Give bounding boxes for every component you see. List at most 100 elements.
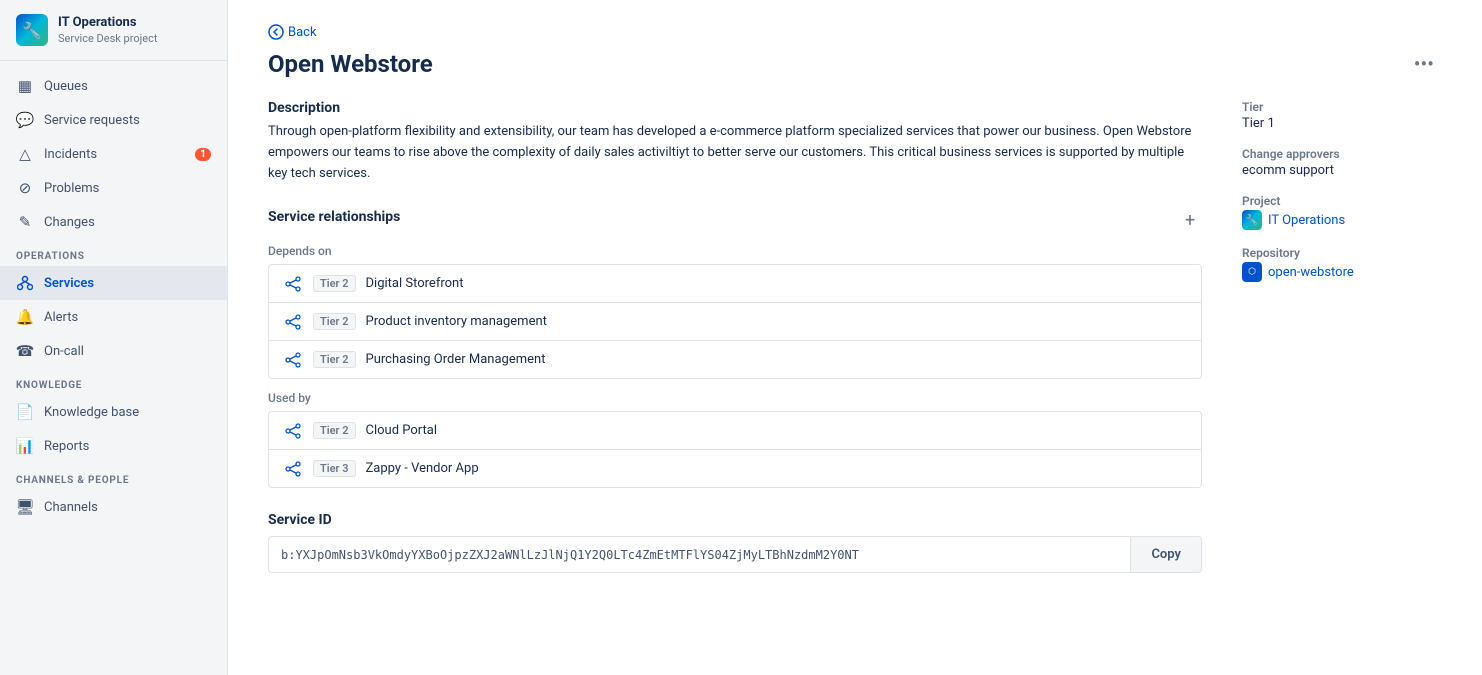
service-row[interactable]: Tier 2 Cloud Portal	[269, 412, 1201, 450]
description-text: Through open-platform flexibility and ex…	[268, 122, 1202, 184]
sidebar-item-changes[interactable]: ✎ Changes	[0, 205, 227, 239]
share-icon-2	[283, 352, 303, 368]
service-id-title: Service ID	[268, 512, 1202, 528]
repository-label: Repository	[1242, 246, 1442, 260]
sidebar-item-service-requests[interactable]: 💬 Service requests	[0, 103, 227, 137]
sidebar-logo: 🔧	[16, 14, 48, 46]
sidebar-label-queues: Queues	[44, 79, 88, 94]
sidebar-item-incidents[interactable]: △ Incidents 1	[0, 137, 227, 171]
service-name-4: Zappy - Vendor App	[366, 461, 479, 476]
share-icon-4	[283, 461, 303, 477]
back-label: Back	[288, 25, 317, 40]
sidebar-label-service-requests: Service requests	[44, 113, 140, 128]
share-icon-0	[283, 276, 303, 292]
project-avatar: 🔧	[1242, 210, 1262, 230]
service-row[interactable]: Tier 2 Purchasing Order Management	[269, 341, 1201, 378]
channels-icon: 🖥	[16, 498, 34, 516]
incidents-badge: 1	[195, 148, 211, 161]
operations-section-label: OPERATIONS	[0, 239, 227, 266]
project-meta: Project 🔧 IT Operations	[1242, 194, 1442, 230]
channels-section-label: CHANNELS & PEOPLE	[0, 463, 227, 490]
tier-label: Tier	[1242, 100, 1442, 114]
sidebar: 🔧 IT Operations Service Desk project ▦ Q…	[0, 0, 228, 675]
tier-meta: Tier Tier 1	[1242, 100, 1442, 131]
project-label: Project	[1242, 194, 1442, 208]
used-by-group: Used by Tier 2 Cloud Portal	[268, 391, 1202, 488]
service-name-2: Purchasing Order Management	[366, 352, 546, 367]
sidebar-project-subtitle: Service Desk project	[58, 32, 157, 45]
sidebar-project-title: IT Operations	[58, 15, 157, 32]
change-approvers-value: ecomm support	[1242, 163, 1442, 178]
sidebar-item-problems[interactable]: ⊘ Problems	[0, 171, 227, 205]
sidebar-item-services[interactable]: Services	[0, 266, 227, 300]
sidebar-label-services: Services	[44, 276, 94, 291]
service-row[interactable]: Tier 2 Digital Storefront	[269, 265, 1201, 303]
share-icon-3	[283, 423, 303, 439]
services-icon	[16, 274, 34, 292]
service-tier-1: Tier 2	[313, 313, 356, 330]
content-grid: Description Through open-platform flexib…	[268, 100, 1442, 573]
project-link[interactable]: 🔧 IT Operations	[1242, 210, 1442, 230]
sidebar-item-queues[interactable]: ▦ Queues	[0, 69, 227, 103]
knowledge-section-label: KNOWLEDGE	[0, 368, 227, 395]
service-tier-3: Tier 2	[313, 422, 356, 439]
changes-icon: ✎	[16, 213, 34, 231]
repository-name: open-webstore	[1268, 265, 1354, 280]
sidebar-label-channels: Channels	[44, 500, 98, 515]
used-by-label: Used by	[268, 391, 1202, 405]
add-relationship-button[interactable]: +	[1178, 208, 1202, 232]
project-name: IT Operations	[1268, 213, 1345, 228]
more-options-button[interactable]: •••	[1406, 48, 1442, 80]
sidebar-label-problems: Problems	[44, 181, 99, 196]
service-id-section: Service ID b:YXJpOmNsb3VkOmdyYXBoOjpzZXJ…	[268, 512, 1202, 573]
service-relationships-header: Service relationships +	[268, 208, 1202, 232]
alerts-icon: 🔔	[16, 308, 34, 326]
service-name-1: Product inventory management	[366, 314, 547, 329]
sidebar-label-incidents: Incidents	[44, 147, 97, 162]
change-approvers-meta: Change approvers ecomm support	[1242, 147, 1442, 178]
sidebar-label-reports: Reports	[44, 439, 89, 454]
sidebar-item-knowledge-base[interactable]: 📄 Knowledge base	[0, 395, 227, 429]
right-panel: Tier Tier 1 Change approvers ecomm suppo…	[1242, 100, 1442, 573]
page-header: Open Webstore •••	[268, 48, 1442, 80]
tier-value: Tier 1	[1242, 116, 1442, 131]
page-title: Open Webstore	[268, 50, 433, 78]
sidebar-label-changes: Changes	[44, 215, 95, 230]
service-tier-0: Tier 2	[313, 275, 356, 292]
repository-meta: Repository ⬡ open-webstore	[1242, 246, 1442, 282]
change-approvers-label: Change approvers	[1242, 147, 1442, 161]
copy-button[interactable]: Copy	[1130, 537, 1201, 572]
content-left: Description Through open-platform flexib…	[268, 100, 1202, 573]
service-tier-4: Tier 3	[313, 460, 356, 477]
service-tier-2: Tier 2	[313, 351, 356, 368]
service-relationships-title: Service relationships	[268, 209, 400, 225]
sidebar-item-channels[interactable]: 🖥 Channels	[0, 490, 227, 524]
service-name-0: Digital Storefront	[366, 276, 464, 291]
sidebar-label-knowledge-base: Knowledge base	[44, 405, 139, 420]
on-call-icon: ☎	[16, 342, 34, 360]
depends-on-label: Depends on	[268, 244, 1202, 258]
knowledge-base-icon: 📄	[16, 403, 34, 421]
depends-on-list: Tier 2 Digital Storefront Tier 2 Product…	[268, 264, 1202, 379]
reports-icon: 📊	[16, 437, 34, 455]
incidents-icon: △	[16, 145, 34, 163]
sidebar-item-reports[interactable]: 📊 Reports	[0, 429, 227, 463]
back-link[interactable]: Back	[268, 24, 1442, 40]
service-id-box: b:YXJpOmNsb3VkOmdyYXBoOjpzZXJ2aWNlLzJlNj…	[268, 536, 1202, 573]
sidebar-nav: ▦ Queues 💬 Service requests △ Incidents …	[0, 61, 227, 532]
service-row[interactable]: Tier 3 Zappy - Vendor App	[269, 450, 1201, 487]
service-requests-icon: 💬	[16, 111, 34, 129]
description-title: Description	[268, 100, 1202, 116]
repository-link[interactable]: ⬡ open-webstore	[1242, 262, 1442, 282]
service-row[interactable]: Tier 2 Product inventory management	[269, 303, 1201, 341]
service-id-value: b:YXJpOmNsb3VkOmdyYXBoOjpzZXJ2aWNlLzJlNj…	[269, 538, 1130, 572]
sidebar-header: 🔧 IT Operations Service Desk project	[0, 0, 227, 61]
depends-on-group: Depends on Tier 2 Digital Storefront	[268, 244, 1202, 379]
main-content: Back Open Webstore ••• Description Throu…	[228, 0, 1482, 675]
share-icon-1	[283, 314, 303, 330]
problems-icon: ⊘	[16, 179, 34, 197]
sidebar-item-on-call[interactable]: ☎ On-call	[0, 334, 227, 368]
sidebar-label-alerts: Alerts	[44, 310, 78, 325]
used-by-list: Tier 2 Cloud Portal Tier 3 Zappy - Vendo…	[268, 411, 1202, 488]
sidebar-item-alerts[interactable]: 🔔 Alerts	[0, 300, 227, 334]
